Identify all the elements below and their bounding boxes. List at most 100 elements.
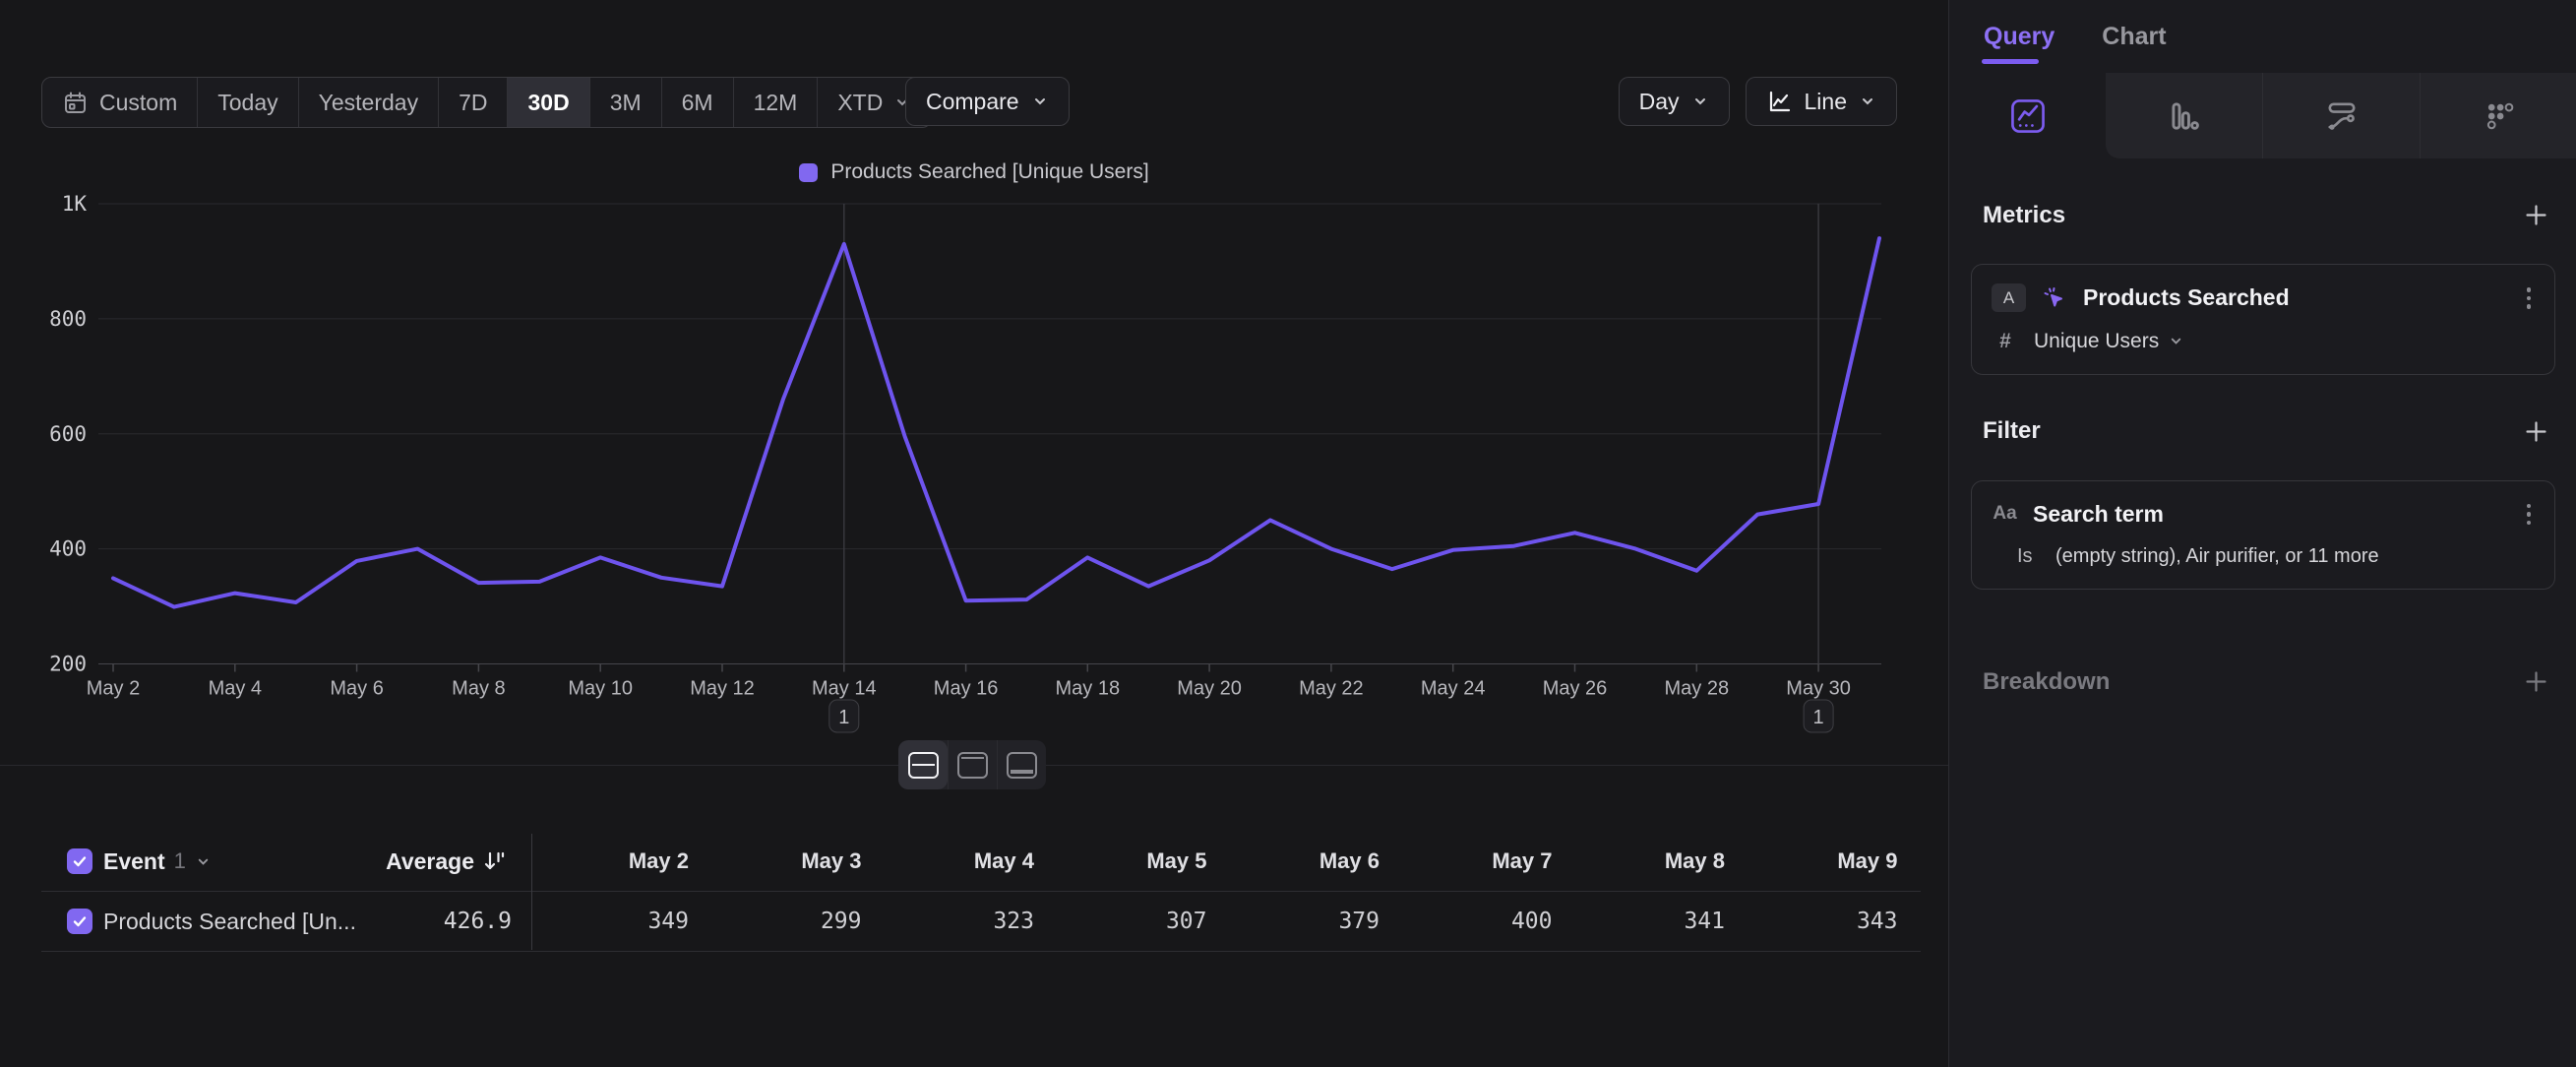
- annotation-badge[interactable]: 1: [829, 700, 859, 732]
- svg-text:May 4: May 4: [209, 678, 262, 700]
- event-column-header[interactable]: Event 1: [103, 832, 212, 891]
- panel-top-icon: [957, 752, 988, 779]
- metric-name: Products Searched: [2083, 284, 2290, 311]
- svg-text:600: 600: [49, 422, 87, 446]
- svg-text:May 22: May 22: [1299, 678, 1364, 700]
- number-type-icon: #: [1993, 330, 2017, 353]
- range-custom[interactable]: Custom: [42, 78, 197, 127]
- event-count: 1: [174, 848, 186, 874]
- analytics-app: Custom Today Yesterday 7D 30D 3M 6M 12M …: [0, 0, 2576, 1067]
- select-all-checkbox[interactable]: [67, 848, 92, 874]
- range-today[interactable]: Today: [197, 78, 297, 127]
- svg-text:May 16: May 16: [934, 678, 999, 700]
- svg-text:May 6: May 6: [330, 678, 383, 700]
- row-checkbox[interactable]: [67, 909, 92, 934]
- date-column-header[interactable]: May 3: [689, 848, 862, 874]
- string-type-icon: Aa: [1992, 503, 2018, 525]
- date-column-header[interactable]: May 6: [1207, 848, 1380, 874]
- granularity-button[interactable]: Day: [1619, 77, 1730, 126]
- date-value-cell: 341: [1553, 909, 1726, 934]
- metric-options-menu[interactable]: [2523, 283, 2536, 313]
- range-label: Custom: [99, 90, 177, 116]
- chart-controls: Day Line: [1619, 77, 1897, 126]
- query-panel: Query Chart: [1948, 0, 2576, 1067]
- sort-icon: [481, 848, 507, 874]
- chevron-down-icon: [2168, 333, 2184, 349]
- svg-text:May 8: May 8: [452, 678, 505, 700]
- tab-query[interactable]: Query: [1984, 0, 2055, 73]
- filter-options-menu[interactable]: [2523, 500, 2536, 530]
- chart-legend[interactable]: Products Searched [Unique Users]: [0, 160, 1948, 184]
- retention-dots-icon: [2480, 96, 2519, 136]
- table-header-row: Event 1 Average M: [0, 832, 1948, 891]
- range-7d[interactable]: 7D: [438, 78, 507, 127]
- funnel-bars-icon: [2165, 96, 2204, 136]
- tab-chart[interactable]: Chart: [2102, 0, 2166, 73]
- filter-operator[interactable]: Is: [2017, 545, 2039, 568]
- layout-table-only-button[interactable]: [997, 740, 1046, 789]
- svg-text:May 26: May 26: [1543, 678, 1608, 700]
- filter-section-header: Filter: [1971, 414, 2555, 449]
- toolbar: Custom Today Yesterday 7D 30D 3M 6M 12M …: [0, 77, 1948, 126]
- split-horizontal-icon: [908, 752, 939, 779]
- metric-card[interactable]: A Products Searched #: [1971, 264, 2555, 375]
- date-range-control: Custom Today Yesterday 7D 30D 3M 6M 12M …: [41, 77, 932, 128]
- breakdown-heading: Breakdown: [1983, 668, 2110, 696]
- panel-body: Metrics A Products: [1971, 158, 2555, 699]
- range-30d[interactable]: 30D: [507, 78, 588, 127]
- svg-text:May 24: May 24: [1421, 678, 1486, 700]
- range-3m[interactable]: 3M: [589, 78, 661, 127]
- view-type-tabs: [1949, 73, 2576, 158]
- range-yesterday[interactable]: Yesterday: [298, 78, 438, 127]
- chevron-down-icon: [195, 853, 212, 870]
- date-value-cell: 299: [689, 909, 862, 934]
- svg-text:800: 800: [49, 307, 87, 331]
- view-tab-flows[interactable]: [2262, 73, 2420, 158]
- legend-swatch: [799, 163, 818, 182]
- date-column-header[interactable]: May 9: [1725, 848, 1898, 874]
- main-area: Custom Today Yesterday 7D 30D 3M 6M 12M …: [0, 0, 1948, 1067]
- calendar-icon: [62, 90, 89, 116]
- add-metric-button[interactable]: [2519, 198, 2553, 232]
- average-column-header[interactable]: Average: [295, 832, 507, 891]
- metrics-heading: Metrics: [1983, 202, 2065, 229]
- insights-line-icon: [2008, 96, 2048, 136]
- panel-tabs: Query Chart: [1949, 0, 2576, 73]
- aggregation-selector[interactable]: Unique Users: [2034, 330, 2184, 353]
- view-tab-retention[interactable]: [2420, 73, 2576, 158]
- date-value-cell: 307: [1034, 909, 1207, 934]
- view-tab-insights[interactable]: [1949, 73, 2106, 158]
- add-breakdown-button[interactable]: [2519, 664, 2553, 699]
- annotation-badge[interactable]: 1: [1804, 700, 1833, 732]
- date-column-header[interactable]: May 7: [1380, 848, 1553, 874]
- date-column-header[interactable]: May 4: [862, 848, 1035, 874]
- range-12m[interactable]: 12M: [733, 78, 818, 127]
- add-filter-button[interactable]: [2519, 414, 2553, 449]
- layout-toggle: [898, 740, 1046, 789]
- svg-text:May 28: May 28: [1665, 678, 1730, 700]
- svg-text:200: 200: [49, 653, 87, 676]
- date-value-cells: 349299323307379400341343: [531, 892, 1898, 951]
- chevron-down-icon: [1859, 93, 1876, 110]
- date-column-header[interactable]: May 5: [1034, 848, 1207, 874]
- chevron-down-icon: [1031, 93, 1049, 110]
- filter-heading: Filter: [1983, 417, 2041, 445]
- breakdown-section-header: Breakdown: [1971, 664, 2555, 699]
- filter-card[interactable]: Aa Search term Is (empty string), Air pu…: [1971, 480, 2555, 591]
- compare-button[interactable]: Compare: [905, 77, 1070, 126]
- view-tab-funnels[interactable]: [2106, 73, 2262, 158]
- date-column-header[interactable]: May 2: [531, 848, 689, 874]
- date-column-header[interactable]: May 8: [1553, 848, 1726, 874]
- chart-type-button[interactable]: Line: [1746, 77, 1897, 126]
- legend-label: Products Searched [Unique Users]: [830, 160, 1148, 184]
- data-table: Event 1 Average M: [0, 832, 1948, 952]
- date-value-cell: 379: [1207, 909, 1380, 934]
- filter-value[interactable]: (empty string), Air purifier, or 11 more: [2055, 545, 2379, 568]
- range-6m[interactable]: 6M: [661, 78, 733, 127]
- svg-text:May 18: May 18: [1056, 678, 1121, 700]
- date-value-cell: 343: [1725, 909, 1898, 934]
- line-chart[interactable]: 2004006008001KMay 2May 4May 6May 8May 10…: [0, 187, 1948, 748]
- layout-chart-only-button[interactable]: [948, 740, 997, 789]
- layout-split-button[interactable]: [898, 740, 948, 789]
- svg-text:May 20: May 20: [1177, 678, 1242, 700]
